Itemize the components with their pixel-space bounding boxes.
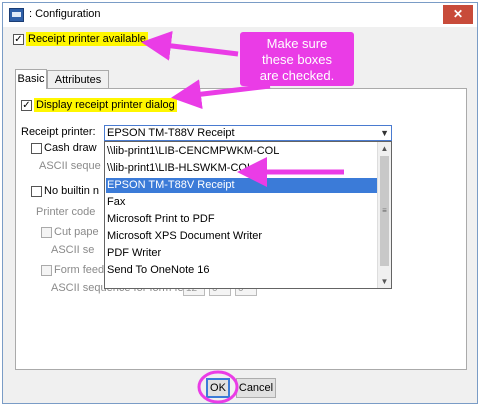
receipt-printer-available-checkbox[interactable]: ✓ xyxy=(13,34,24,45)
callout-line-1: Make sure xyxy=(266,36,328,51)
receipt-printer-value: EPSON TM-T88V Receipt xyxy=(107,127,235,139)
dropdown-scrollbar[interactable]: ▲ ≡ ▼ xyxy=(377,142,391,288)
dropdown-option-selected[interactable]: EPSON TM-T88V Receipt xyxy=(106,178,378,193)
printer-code-label: Printer code xyxy=(36,206,96,218)
cancel-button[interactable]: Cancel xyxy=(236,378,276,398)
printer-dropdown-list: \\lib-print1\LIB-CENCMPWKM-COL \\lib-pri… xyxy=(104,141,392,289)
basic-panel: ✓ Display receipt printer dialog Receipt… xyxy=(15,88,467,370)
scroll-up-icon[interactable]: ▲ xyxy=(378,144,391,153)
dropdown-option[interactable]: \\lib-print1\LIB-HLSWKM-COL xyxy=(106,161,378,176)
form-feed-checkbox[interactable] xyxy=(41,265,52,276)
title-bar: : Configuration ✕ xyxy=(3,3,477,27)
callout-line-2: these boxes xyxy=(261,52,333,67)
no-builtin-checkbox[interactable] xyxy=(31,186,42,197)
scroll-down-icon[interactable]: ▼ xyxy=(378,277,391,286)
chevron-down-icon[interactable]: ▼ xyxy=(380,126,389,140)
receipt-printer-available-label: Receipt printer available xyxy=(26,32,149,46)
display-dialog-label: Display receipt printer dialog xyxy=(34,98,177,112)
dropdown-option[interactable]: Fax xyxy=(106,195,378,210)
display-dialog-checkbox[interactable]: ✓ xyxy=(21,100,32,111)
close-button[interactable]: ✕ xyxy=(443,5,473,24)
ascii-se-label: ASCII se xyxy=(51,244,95,256)
annotation-callout: Make sure these boxes are checked. xyxy=(240,32,354,86)
tab-attributes[interactable]: Attributes xyxy=(47,70,109,88)
ok-button[interactable]: OK xyxy=(206,378,230,398)
ascii-sequence-label: ASCII seque xyxy=(39,160,101,172)
dropdown-option[interactable]: \\lib-print1\LIB-CENCMPWKM-COL xyxy=(106,144,378,159)
cash-drawer-label: Cash draw xyxy=(44,142,97,154)
callout-line-3: are checked. xyxy=(259,68,335,83)
cut-paper-checkbox[interactable] xyxy=(41,227,52,238)
dropdown-option[interactable]: Microsoft Print to PDF xyxy=(106,212,378,227)
scroll-grip-icon: ≡ xyxy=(382,206,387,215)
window-title: : Configuration xyxy=(29,8,101,20)
cash-drawer-checkbox[interactable] xyxy=(31,143,42,154)
dropdown-option[interactable]: Microsoft XPS Document Writer xyxy=(106,229,378,244)
cut-paper-label: Cut pape xyxy=(54,226,99,238)
receipt-printer-select[interactable]: EPSON TM-T88V Receipt ▼ xyxy=(104,125,392,141)
tab-basic[interactable]: Basic xyxy=(15,69,47,89)
dropdown-option[interactable]: PDF Writer xyxy=(106,246,378,261)
dropdown-option[interactable]: Send To OneNote 16 xyxy=(106,263,378,278)
no-builtin-label: No builtin n xyxy=(44,185,100,197)
app-icon xyxy=(9,8,24,22)
receipt-printer-label: Receipt printer: xyxy=(21,126,96,138)
